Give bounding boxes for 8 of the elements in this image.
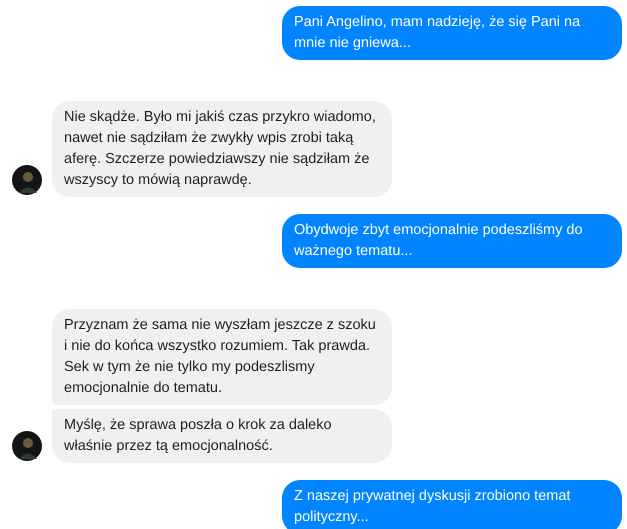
avatar xyxy=(12,431,42,461)
message-bubble: Przyznam że sama nie wyszłam jeszcze z szoku i nie do końca wszystko rozumiem. Tak prawda. Sek w tym że nie tylko my podeszlismy emocjonalnie do tematu. xyxy=(52,309,392,405)
message-bubble: Nie skądże. Było mi jakiś czas przykro wiadomo, nawet nie sądziłam że zwykły wpis zrobi taką aferę. Szczerze powiedziawszy nie sądziłam że wszyscy to mówią naprawdę. xyxy=(52,101,392,197)
avatar xyxy=(12,165,42,195)
message-bubble: Myślę, że sprawa poszła o krok za daleko właśnie przez tą emocjonalność. xyxy=(52,409,392,463)
message-bubble: Z naszej prywatnej dyskusji zrobiono temat polityczny... xyxy=(282,480,622,529)
message-bubble: Pani Angelino, mam nadzieję, że się Pani na mnie nie gniewa... xyxy=(282,6,622,60)
message-bubble: Obydwoje zbyt emocjonalnie podeszliśmy do ważnego tematu... xyxy=(282,214,622,268)
